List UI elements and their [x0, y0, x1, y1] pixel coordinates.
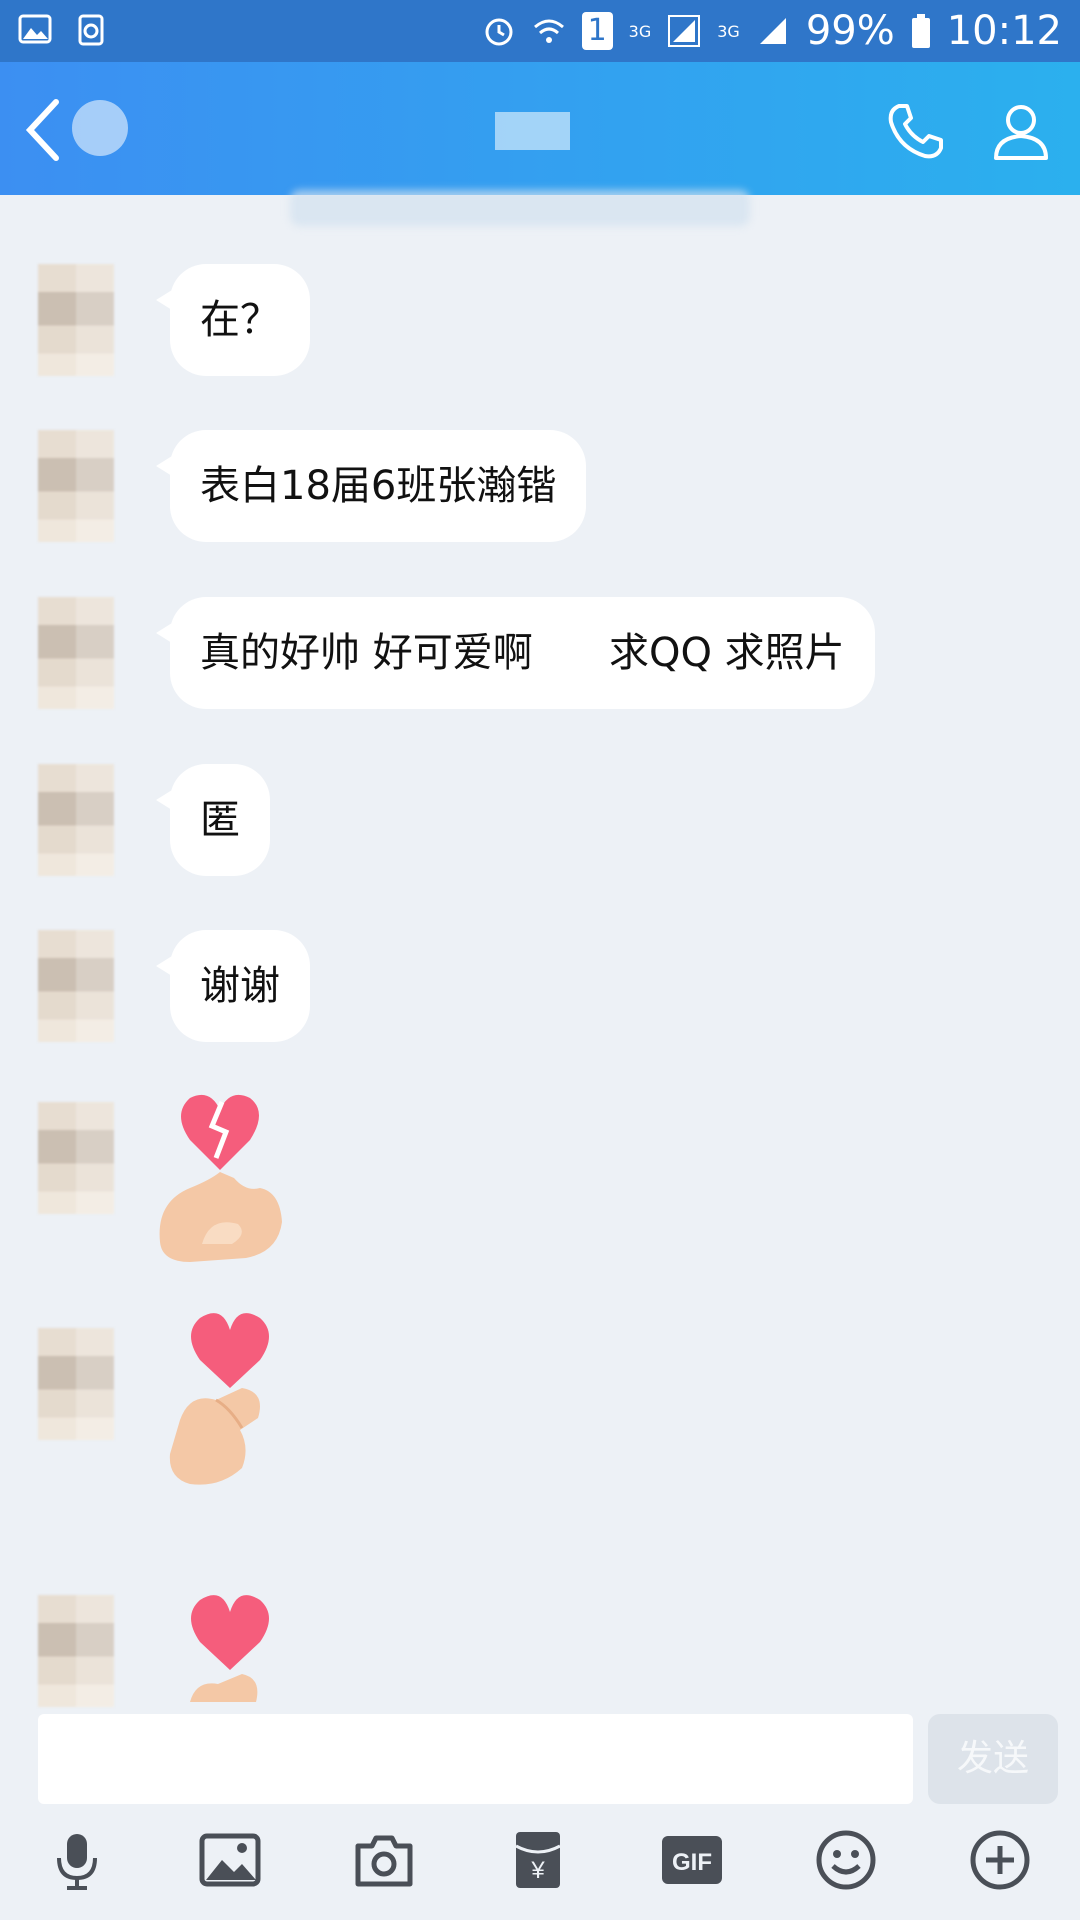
finger-heart-sticker[interactable]: [150, 1590, 300, 1705]
message-input[interactable]: [38, 1714, 913, 1804]
finger-heart-sticker[interactable]: [150, 1308, 300, 1488]
network-type-2: 3G: [717, 21, 740, 41]
microphone-icon[interactable]: [45, 1828, 109, 1892]
phone-call-button[interactable]: [885, 100, 947, 162]
gif-icon[interactable]: GIF: [660, 1828, 724, 1892]
svg-text:¥: ¥: [530, 1857, 545, 1884]
sender-avatar[interactable]: [38, 430, 114, 542]
sender-avatar[interactable]: [38, 1102, 114, 1214]
broken-heart-hand-sticker[interactable]: [150, 1092, 300, 1272]
chat-title-blurred: [495, 112, 570, 150]
sender-avatar[interactable]: [38, 597, 114, 709]
sim-slot-indicator: 1: [581, 12, 613, 50]
input-toolbar: ¥ GIF: [0, 1828, 1080, 1908]
sender-avatar[interactable]: [38, 1328, 114, 1440]
sender-avatar[interactable]: [38, 764, 114, 876]
status-bar: 1 3G 3G 99% 10:12: [0, 0, 1080, 62]
battery-icon: [911, 14, 930, 48]
signal-icon-1: [668, 15, 701, 47]
camera-icon[interactable]: [352, 1828, 416, 1892]
battery-percent: 99%: [805, 8, 895, 54]
wifi-icon: [533, 19, 564, 43]
message-bubble[interactable]: 谢谢: [156, 930, 310, 1042]
network-type-1: 3G: [628, 21, 652, 41]
profile-button[interactable]: [990, 100, 1052, 162]
image-icon[interactable]: [198, 1828, 262, 1892]
message-bubble[interactable]: 匿: [156, 764, 270, 876]
send-button[interactable]: 发送: [928, 1714, 1058, 1804]
chat-header: [0, 62, 1080, 195]
message-list[interactable]: 在？ 表白18届6班张瀚锴 真的好帅 好可爱啊 求QQ 求照片 匿 谢谢: [0, 195, 1080, 1710]
emoji-icon[interactable]: [814, 1828, 878, 1892]
plus-icon[interactable]: [968, 1828, 1032, 1892]
message-bubble[interactable]: 在？: [156, 264, 310, 376]
message-bubble[interactable]: 表白18届6班张瀚锴: [155, 430, 587, 542]
sender-avatar[interactable]: [38, 1595, 114, 1707]
input-bar: 发送 ¥ GIF: [0, 1710, 1080, 1920]
recycle-notification-icon: [78, 14, 104, 46]
unread-count-badge-blurred: [72, 100, 128, 156]
gallery-notification-icon: [18, 14, 52, 44]
alarm-icon: [485, 18, 513, 46]
message-bubble[interactable]: 真的好帅 好可爱啊 求QQ 求照片: [156, 597, 875, 709]
sender-avatar[interactable]: [38, 930, 114, 1042]
clock: 10:12: [946, 8, 1062, 54]
red-packet-icon[interactable]: ¥: [506, 1828, 570, 1892]
sender-avatar[interactable]: [38, 264, 114, 376]
back-button[interactable]: [22, 98, 62, 162]
svg-text:GIF: GIF: [672, 1849, 712, 1876]
signal-icon-2: [759, 18, 786, 44]
